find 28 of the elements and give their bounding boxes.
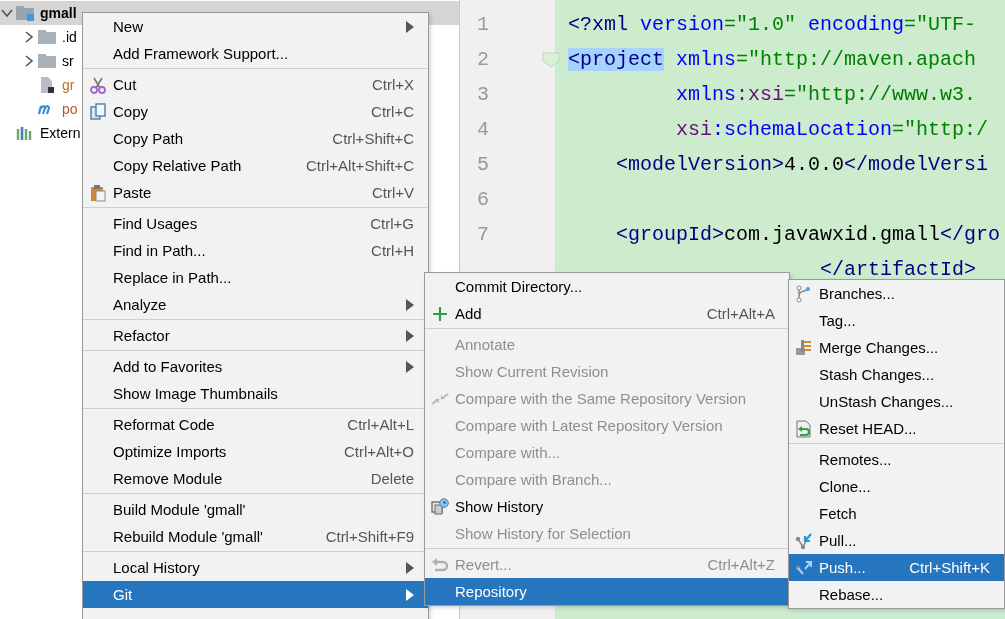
shortcut-text: Ctrl+Shift+F9 [325, 528, 414, 545]
shortcut-text: Ctrl+H [371, 242, 414, 259]
code-line: <groupId>com.javawxid.gmall</gro [615, 222, 1001, 248]
line-number: 2 [476, 47, 490, 73]
shortcut-text: Ctrl+Alt+L [347, 416, 414, 433]
shortcut-text: Ctrl+C [371, 103, 414, 120]
line-number: 3 [476, 82, 490, 108]
line-number: 4 [476, 117, 490, 143]
shortcut-text: Ctrl+Alt+Shift+C [306, 157, 414, 174]
code-line: <project xmlns="http://maven.apach [568, 47, 977, 73]
shortcut-text: Ctrl+Alt+O [343, 443, 414, 460]
shortcut-text: Ctrl+Alt+A [706, 305, 775, 322]
shortcut-text: Ctrl+Shift+K [909, 559, 990, 576]
line-number: 7 [476, 222, 490, 248]
code-line: <modelVersion>4.0.0</modelVersi [615, 152, 989, 178]
shortcut-text: Ctrl+Alt+Z [707, 556, 775, 573]
shortcut-text: Delete [370, 470, 414, 487]
line-number: 5 [476, 152, 490, 178]
shortcut-text: Ctrl+Shift+C [332, 130, 414, 147]
shortcut-text: Ctrl+V [371, 184, 414, 201]
code-line: </artifactId> [819, 257, 977, 283]
shortcut-text: Ctrl+G [370, 215, 414, 232]
line-number: 1 [476, 12, 490, 38]
shortcut-text: Ctrl+X [371, 76, 414, 93]
code-line: <?xml version="1.0" encoding="UTF- [568, 12, 977, 38]
line-number: 6 [476, 187, 490, 213]
code-line: xsi:schemaLocation="http:/ [675, 117, 989, 143]
code-line: xmlns:xsi="http://www.w3. [675, 82, 977, 108]
